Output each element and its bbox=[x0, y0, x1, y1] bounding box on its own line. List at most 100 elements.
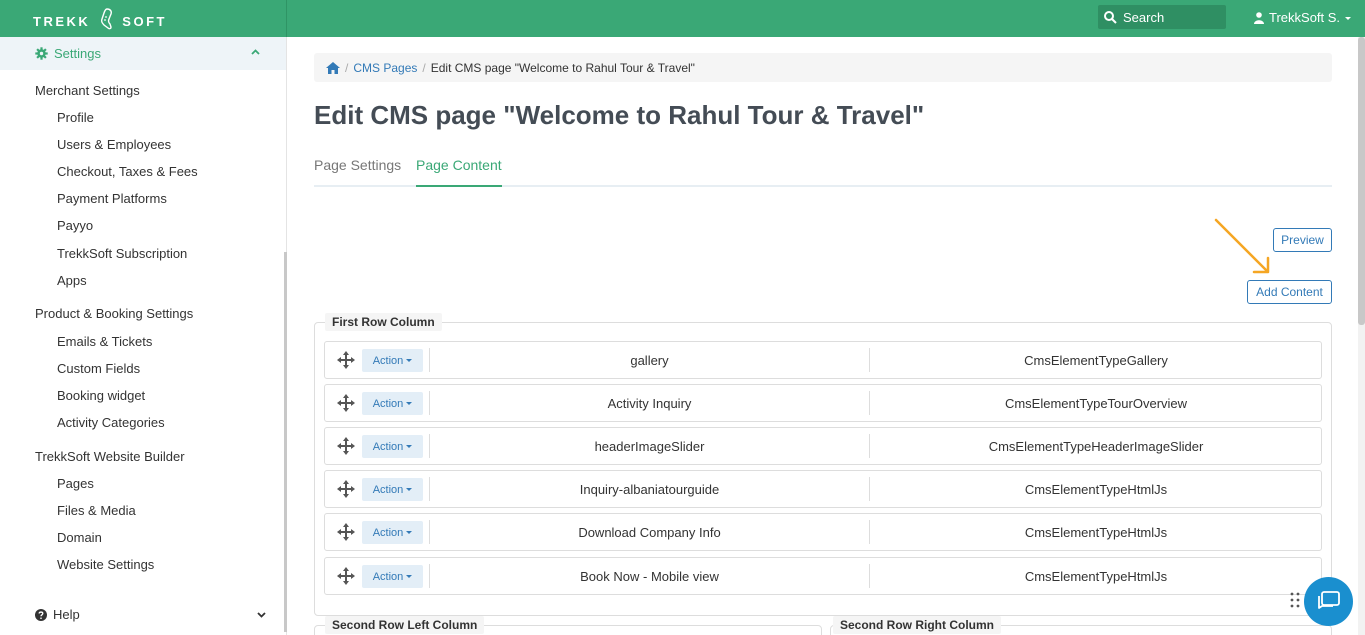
move-handle-icon[interactable] bbox=[337, 394, 355, 412]
row-element-type: CmsElementTypeHtmlJs bbox=[1024, 481, 1168, 497]
sidebar-item-users[interactable]: Users & Employees bbox=[57, 137, 171, 152]
breadcrumb-cms-pages[interactable]: CMS Pages bbox=[353, 61, 417, 75]
sidebar-help-label: Help bbox=[53, 607, 80, 622]
action-label: Action bbox=[372, 570, 404, 583]
sidebar-item-files-media[interactable]: Files & Media bbox=[57, 503, 136, 518]
tab-page-content[interactable]: Page Content bbox=[416, 157, 502, 187]
move-handle-icon[interactable] bbox=[337, 480, 355, 498]
action-dropdown[interactable]: Action bbox=[362, 521, 423, 544]
tab-bar: Page Settings Page Content bbox=[314, 157, 1332, 187]
breadcrumb-separator: / bbox=[345, 60, 349, 75]
sidebar-settings-header[interactable]: Settings bbox=[0, 37, 286, 70]
gear-icon bbox=[35, 47, 48, 60]
action-dropdown[interactable]: Action bbox=[362, 565, 423, 588]
sidebar-settings-label: Settings bbox=[54, 46, 101, 61]
content-row: Action headerImageSlider CmsElementTypeH… bbox=[324, 427, 1322, 465]
move-handle-icon[interactable] bbox=[337, 567, 355, 585]
caret-down-icon bbox=[1345, 17, 1352, 20]
preview-button[interactable]: Preview bbox=[1273, 228, 1332, 252]
action-dropdown[interactable]: Action bbox=[362, 392, 423, 415]
row-element-name: Download Company Info bbox=[578, 524, 721, 540]
row-element-type: CmsElementTypeGallery bbox=[1024, 352, 1168, 368]
brand-zone: TREKK SOFT bbox=[0, 0, 287, 37]
caret-down-icon bbox=[406, 488, 413, 491]
brand-text-right: SOFT bbox=[122, 13, 167, 29]
move-handle-icon[interactable] bbox=[337, 523, 355, 541]
boot-icon bbox=[101, 8, 113, 30]
action-dropdown[interactable]: Action bbox=[362, 478, 423, 501]
move-handle-icon[interactable] bbox=[337, 351, 355, 369]
action-label: Action bbox=[372, 354, 404, 367]
sidebar: Settings Merchant Settings Profile Users… bbox=[0, 37, 287, 635]
sidebar-item-website-settings[interactable]: Website Settings bbox=[57, 557, 154, 572]
chat-button[interactable] bbox=[1304, 577, 1353, 626]
content-row: Action gallery CmsElementTypeGallery bbox=[324, 341, 1322, 379]
grip-dots-icon[interactable] bbox=[1290, 592, 1300, 608]
search-icon bbox=[1104, 10, 1117, 24]
action-label: Action bbox=[372, 526, 404, 539]
sidebar-item-checkout[interactable]: Checkout, Taxes & Fees bbox=[57, 164, 198, 179]
sidebar-item-emails-tickets[interactable]: Emails & Tickets bbox=[57, 334, 152, 349]
row-element-type: CmsElementTypeHtmlJs bbox=[1024, 568, 1168, 584]
caret-down-icon bbox=[406, 359, 413, 362]
second-row-right-legend: Second Row Right Column bbox=[833, 616, 1001, 634]
main-scrollbar-thumb[interactable] bbox=[1358, 37, 1365, 325]
first-row-legend: First Row Column bbox=[325, 313, 442, 331]
action-label: Action bbox=[372, 397, 404, 410]
brand-text-left: TREKK bbox=[33, 13, 91, 29]
user-name: TrekkSoft S. bbox=[1269, 10, 1341, 25]
content-row: Action Download Company Info CmsElementT… bbox=[324, 513, 1322, 551]
sidebar-item-custom-fields[interactable]: Custom Fields bbox=[57, 361, 140, 376]
home-icon[interactable] bbox=[326, 61, 340, 74]
chat-icon bbox=[1317, 590, 1340, 609]
row-element-name: Inquiry-albaniatourguide bbox=[579, 481, 720, 497]
sidebar-item-payyo[interactable]: Payyo bbox=[57, 218, 93, 233]
sidebar-scrollbar[interactable] bbox=[284, 252, 287, 632]
row-element-name: gallery bbox=[630, 352, 669, 368]
breadcrumb: / CMS Pages / Edit CMS page "Welcome to … bbox=[314, 53, 1332, 82]
action-label: Action bbox=[372, 483, 404, 496]
top-bar: TREKK SOFT Search TrekkSoft S. bbox=[0, 0, 1365, 37]
sidebar-item-payment-platforms[interactable]: Payment Platforms bbox=[57, 191, 167, 206]
sidebar-item-booking-widget[interactable]: Booking widget bbox=[57, 388, 145, 403]
second-row-left-legend: Second Row Left Column bbox=[325, 616, 485, 634]
sidebar-item-profile[interactable]: Profile bbox=[57, 110, 94, 125]
caret-down-icon bbox=[406, 575, 413, 578]
row-element-name: Book Now - Mobile view bbox=[580, 568, 719, 584]
sidebar-item-apps[interactable]: Apps bbox=[57, 273, 87, 288]
action-dropdown[interactable]: Action bbox=[362, 435, 423, 458]
add-content-button[interactable]: Add Content bbox=[1247, 280, 1332, 304]
chevron-down-icon[interactable] bbox=[257, 612, 266, 618]
main-scrollbar[interactable] bbox=[1358, 37, 1365, 635]
row-element-type: CmsElementTypeHeaderImageSlider bbox=[988, 438, 1204, 454]
move-handle-icon[interactable] bbox=[337, 437, 355, 455]
sidebar-item-activity-categories[interactable]: Activity Categories bbox=[57, 415, 165, 430]
annotation-arrow-icon bbox=[1214, 218, 1270, 274]
caret-down-icon bbox=[406, 402, 413, 405]
action-label: Action bbox=[372, 440, 404, 453]
sidebar-group-product-booking[interactable]: Product & Booking Settings bbox=[35, 306, 193, 321]
sidebar-group-merchant[interactable]: Merchant Settings bbox=[35, 83, 140, 98]
search-label: Search bbox=[1123, 9, 1165, 25]
tab-page-settings[interactable]: Page Settings bbox=[314, 157, 401, 173]
content-row: Action Book Now - Mobile view CmsElement… bbox=[324, 557, 1322, 595]
question-icon bbox=[35, 608, 47, 621]
sidebar-help[interactable]: Help bbox=[35, 607, 80, 622]
search-box[interactable]: Search bbox=[1098, 5, 1226, 29]
user-icon bbox=[1254, 11, 1264, 24]
row-element-type: CmsElementTypeHtmlJs bbox=[1024, 524, 1168, 540]
breadcrumb-current: Edit CMS page "Welcome to Rahul Tour & T… bbox=[430, 60, 695, 75]
sidebar-item-subscription[interactable]: TrekkSoft Subscription bbox=[57, 246, 187, 261]
page-title: Edit CMS page "Welcome to Rahul Tour & T… bbox=[314, 100, 925, 130]
sidebar-item-domain[interactable]: Domain bbox=[57, 530, 102, 545]
content-row: Action Activity Inquiry CmsElementTypeTo… bbox=[324, 384, 1322, 422]
row-element-type: CmsElementTypeTourOverview bbox=[1004, 395, 1188, 411]
sidebar-item-pages[interactable]: Pages bbox=[57, 476, 94, 491]
content-row: Action Inquiry-albaniatourguide CmsEleme… bbox=[324, 470, 1322, 508]
sidebar-group-website-builder[interactable]: TrekkSoft Website Builder bbox=[35, 449, 185, 464]
brand-logo[interactable]: TREKK SOFT bbox=[33, 8, 167, 32]
caret-down-icon bbox=[406, 531, 413, 534]
action-dropdown[interactable]: Action bbox=[362, 349, 423, 372]
row-element-name: Activity Inquiry bbox=[607, 395, 692, 411]
user-menu[interactable]: TrekkSoft S. bbox=[1254, 10, 1352, 25]
